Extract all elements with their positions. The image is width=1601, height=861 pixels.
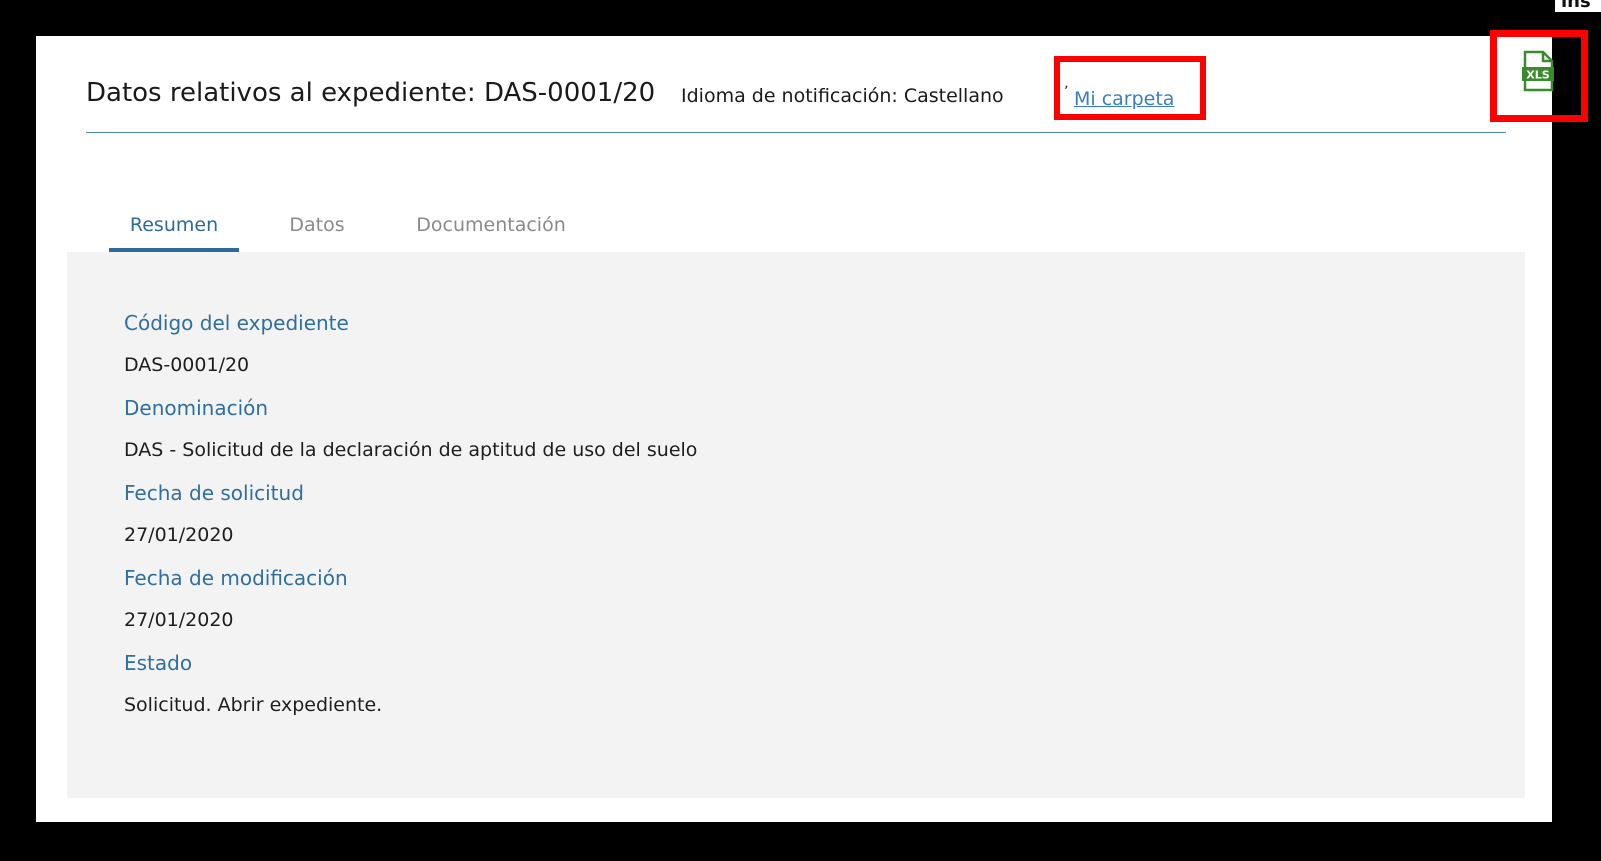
page-title: Datos relativos al expediente: DAS-0001/…: [86, 78, 655, 108]
summary-field-list: Código del expediente DAS-0001/20 Denomi…: [124, 302, 697, 727]
field-label-estado: Estado: [124, 651, 193, 675]
field-value-estado: Solicitud. Abrir expediente.: [124, 694, 383, 716]
tab-resumen[interactable]: Resumen: [109, 202, 239, 252]
field-label-fecha-solicitud: Fecha de solicitud: [124, 481, 304, 505]
field-value-fecha-modificacion: 27/01/2020: [124, 609, 234, 631]
expediente-code: DAS-0001/20: [483, 78, 656, 108]
tab-documentacion[interactable]: Documentación: [406, 202, 576, 252]
field-label-denominacion: Denominación: [124, 396, 269, 420]
folder-icon: ʼ: [1064, 84, 1069, 100]
highlight-box-folder: ʼ Mi carpeta: [1054, 56, 1206, 120]
background-corner: ins: [1555, 0, 1601, 12]
notification-language: Idioma de notificación: Castellano: [681, 85, 1004, 107]
field-label-codigo: Código del expediente: [124, 311, 349, 335]
page-title-prefix: Datos relativos al expediente:: [86, 78, 476, 108]
field-label-fecha-modificacion: Fecha de modificación: [124, 566, 348, 590]
tab-datos[interactable]: Datos: [272, 202, 362, 252]
xls-icon-label: XLS: [1526, 69, 1549, 82]
my-folder-link[interactable]: Mi carpeta: [1074, 88, 1174, 110]
field-value-fecha-solicitud: 27/01/2020: [124, 524, 234, 546]
expediente-header: Datos relativos al expediente: DAS-0001/…: [86, 30, 1588, 133]
highlight-box-export: XLS: [1490, 30, 1588, 122]
summary-panel: Código del expediente DAS-0001/20 Denomi…: [67, 252, 1525, 798]
xls-file-icon[interactable]: XLS: [1521, 50, 1555, 92]
field-value-denominacion: DAS - Solicitud de la declaración de apt…: [124, 439, 698, 461]
expediente-panel: Datos relativos al expediente: DAS-0001/…: [36, 30, 1588, 822]
field-value-codigo: DAS-0001/20: [124, 354, 250, 376]
